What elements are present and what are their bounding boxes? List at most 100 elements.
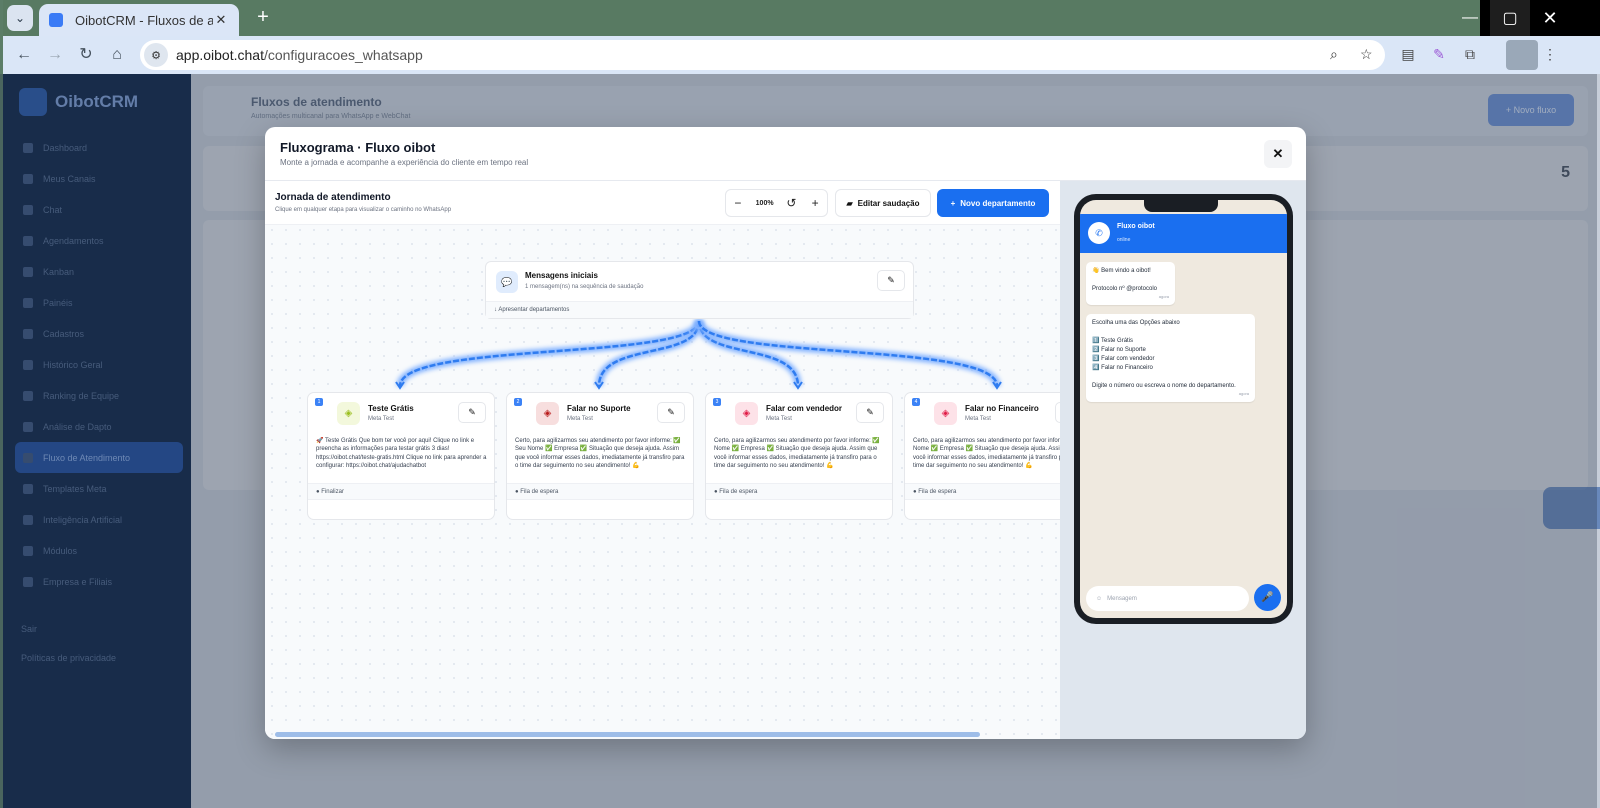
edit-greeting-label: Editar saudação xyxy=(857,198,920,208)
chat-contact-name: Fluxo oibot xyxy=(1117,223,1155,230)
zoom-out-button[interactable]: − xyxy=(726,196,750,210)
department-subtitle: Meta Test xyxy=(567,416,593,422)
department-title: Teste Grátis xyxy=(368,404,414,413)
minimize-button[interactable]: — xyxy=(1450,0,1490,36)
department-footer: ● Fila de espera xyxy=(507,483,693,500)
mic-icon: 🎤 xyxy=(1261,592,1274,603)
site-info-icon[interactable]: ⚙ xyxy=(144,43,168,67)
bookmark-star-icon[interactable]: ☆ xyxy=(1360,46,1373,63)
chat-contact-status: online xyxy=(1117,237,1131,243)
root-node-title: Mensagens iniciais xyxy=(525,271,598,280)
phone-notch xyxy=(1144,200,1218,212)
tab-strip: ⌄ OibotCRM - Fluxos de atendim ✕ + — ▢ ✕ xyxy=(3,0,1600,36)
department-node[interactable]: 3 ◈ Falar com vendedor Meta Test ✎ Certo, par… xyxy=(705,392,893,520)
chat-bubble-icon: ▰ xyxy=(846,198,853,208)
department-number: 1 xyxy=(315,398,323,406)
chat-bubble-text: 👋 Bem vindo a oibot! Protocolo nº @proto… xyxy=(1092,268,1157,292)
maximize-button[interactable]: ▢ xyxy=(1490,0,1530,36)
reload-icon[interactable]: ↻ xyxy=(75,44,97,66)
pencil-icon: ✎ xyxy=(468,407,476,417)
edit-department-button[interactable]: ✎ xyxy=(856,402,884,423)
department-number: 2 xyxy=(514,398,522,406)
horizontal-scrollbar[interactable] xyxy=(275,732,980,737)
puzzle-icon[interactable]: ⧉ xyxy=(1460,46,1480,63)
pencil-icon: ✎ xyxy=(866,407,874,417)
message-placeholder: Mensagem xyxy=(1107,595,1137,602)
root-node-footer: ↓ Apresentar departamentos xyxy=(486,301,913,318)
address-bar-row: ← → ↻ ⌂ ⚙ app.oibot.chat/configuracoes_w… xyxy=(3,36,1600,74)
department-node[interactable]: 2 ◈ Falar no Suporte Meta Test ✎ Certo, para … xyxy=(506,392,694,520)
microphone-button[interactable]: 🎤 xyxy=(1254,584,1281,611)
department-message: Certo, para agilizarmos seu atendimento … xyxy=(913,438,1060,469)
extension-pen-icon[interactable]: ✎ xyxy=(1429,46,1449,63)
url-path: /configuracoes_whatsapp xyxy=(263,47,423,63)
close-tab-icon[interactable]: ✕ xyxy=(213,12,229,28)
close-modal-button[interactable]: ✕ xyxy=(1264,140,1292,168)
chat-bubble: 👋 Bem vindo a oibot! Protocolo nº @proto… xyxy=(1086,262,1175,305)
department-subtitle: Meta Test xyxy=(766,416,792,422)
profile-avatar[interactable] xyxy=(1506,40,1538,70)
canvas-toolbar: Jornada de atendimento Clique em qualque… xyxy=(265,181,1060,225)
department-number: 3 xyxy=(713,398,721,406)
flow-canvas[interactable]: Jornada de atendimento Clique em qualque… xyxy=(265,181,1060,739)
phone-screen: ✆ Fluxo oibot online 👋 Bem vindo a oibot… xyxy=(1080,200,1287,618)
layers-icon: ◈ xyxy=(337,402,360,425)
modal-header: Fluxograma · Fluxo oibot Monte a jornada… xyxy=(265,127,1306,181)
back-icon[interactable]: ← xyxy=(13,44,35,66)
department-subtitle: Meta Test xyxy=(965,416,991,422)
department-action: Finalizar xyxy=(321,489,344,495)
edit-department-button[interactable]: ✎ xyxy=(458,402,486,423)
emoji-icon[interactable]: ☺ xyxy=(1096,596,1102,602)
plus-icon: + xyxy=(950,198,956,208)
zoom-level: 100% xyxy=(755,199,774,207)
edit-root-button[interactable]: ✎ xyxy=(877,270,905,291)
pencil-icon: ✎ xyxy=(667,407,675,417)
extension-icon[interactable]: ▤ xyxy=(1398,46,1418,63)
edit-department-button[interactable]: ✎ xyxy=(657,402,685,423)
new-tab-button[interactable]: + xyxy=(251,6,275,30)
browser-tab[interactable]: OibotCRM - Fluxos de atendim ✕ xyxy=(39,4,239,36)
chat-bubble: Escolha uma das Opções abaixo 1️⃣ Teste … xyxy=(1086,314,1255,402)
zoom-icon[interactable]: ⌕ xyxy=(1330,46,1338,63)
chat-bubble-time: agora xyxy=(1158,294,1169,299)
home-icon[interactable]: ⌂ xyxy=(106,44,128,66)
zoom-in-button[interactable]: + xyxy=(803,196,827,210)
department-message: Certo, para agilizarmos seu atendimento … xyxy=(515,438,685,469)
edit-greeting-button[interactable]: ▰ Editar saudação xyxy=(835,189,931,217)
new-department-label: Novo departamento xyxy=(960,198,1036,208)
department-title: Falar no Suporte xyxy=(567,404,631,413)
whatsapp-preview-panel: ✆ Fluxo oibot online 👋 Bem vindo a oibot… xyxy=(1060,181,1306,739)
initial-messages-node[interactable]: 💬 Mensagens iniciais 1 mensagem(ns) na s… xyxy=(485,261,914,319)
pencil-icon: ✎ xyxy=(887,275,895,285)
tab-search-button[interactable]: ⌄ xyxy=(7,5,33,31)
close-window-button[interactable]: ✕ xyxy=(1530,0,1570,36)
root-node-footer-label: Apresentar departamentos xyxy=(498,307,570,313)
layers-icon: ◈ xyxy=(934,402,957,425)
department-node[interactable]: 4◈Falar no FinanceiroMeta Test✎Certo, pa… xyxy=(904,392,1060,520)
department-action: Fila de espera xyxy=(520,489,559,495)
department-title: Falar com vendedor xyxy=(766,404,843,413)
department-message: Certo, para agilizarmos seu atendimento … xyxy=(714,438,880,469)
tab-title: OibotCRM - Fluxos de atendim xyxy=(75,12,213,28)
zoom-controls: − 100% ↺ + xyxy=(725,189,828,217)
canvas-subtitle: Clique em qualquer etapa para visualizar… xyxy=(275,207,452,213)
department-footer: ● Fila de espera xyxy=(905,483,1060,500)
menu-dots-icon[interactable]: ⋮ xyxy=(1540,46,1560,63)
reset-zoom-icon[interactable]: ↺ xyxy=(779,196,803,210)
url-text[interactable]: app.oibot.chat/configuracoes_whatsapp xyxy=(176,47,423,63)
forward-icon[interactable]: → xyxy=(44,44,66,66)
message-input[interactable]: ☺ Mensagem xyxy=(1086,586,1249,611)
new-department-button[interactable]: + Novo departamento xyxy=(937,189,1049,217)
department-action: Fila de espera xyxy=(918,489,957,495)
department-footer: ● Fila de espera xyxy=(706,483,892,500)
whatsapp-icon: ✆ xyxy=(1088,222,1110,244)
department-footer: ● Finalizar xyxy=(308,483,494,500)
department-message: 🚀 Teste Grátis Que bom ter você por aqui… xyxy=(316,438,487,469)
modal-subtitle: Monte a jornada e acompanhe a experiênci… xyxy=(280,158,529,167)
layers-icon: ◈ xyxy=(536,402,559,425)
department-node[interactable]: 1 ◈ Teste Grátis Meta Test ✎ 🚀 Teste Grátis Q… xyxy=(307,392,495,520)
chat-icon: 💬 xyxy=(496,271,518,293)
chat-header: ✆ Fluxo oibot online xyxy=(1080,214,1287,253)
department-number: 4 xyxy=(912,398,920,406)
omnibox[interactable]: ⚙ app.oibot.chat/configuracoes_whatsapp … xyxy=(140,40,1385,70)
